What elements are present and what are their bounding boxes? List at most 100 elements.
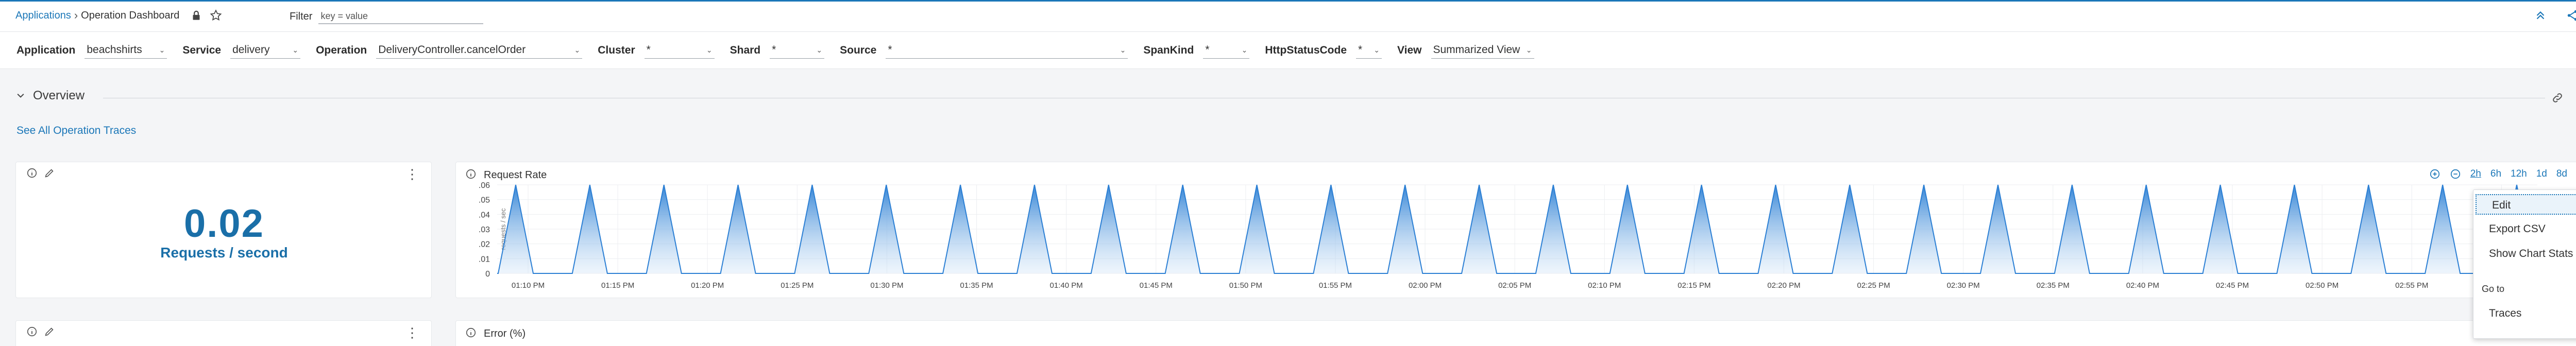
menu-item-export-csv[interactable]: Export CSV — [2473, 219, 2576, 239]
x-tick-label: 02:35 PM — [2037, 281, 2070, 290]
y-tick-label: .01 — [479, 255, 490, 264]
request-rate-panel: Request Rate 2h6h12h1d8d ⋮ .06.05.04.03.… — [455, 162, 2576, 298]
control-label-httpstatuscode: HttpStatusCode — [1265, 44, 1347, 56]
kpi-panel: ⋮ 0.02 Requests / second — [15, 162, 432, 298]
edit-pencil-icon[interactable] — [44, 326, 55, 337]
request-rate-chart: .06.05.04.03.02.010requests / sec01:10 P… — [479, 181, 2537, 290]
x-tick-label: 01:15 PM — [601, 281, 634, 290]
menu-item-show-chart-stats[interactable]: Show Chart Stats — [2473, 244, 2576, 264]
y-tick-label: .06 — [479, 181, 490, 190]
x-tick-label: 02:05 PM — [1498, 281, 1531, 290]
control-label-cluster: Cluster — [598, 44, 635, 56]
y-tick-label: .03 — [479, 226, 490, 234]
kpi-panel-2: ⋮ — [15, 320, 432, 346]
kpi-value: 0.02 — [184, 202, 264, 246]
chevron-down-icon: ⌄ — [1374, 45, 1380, 54]
control-select-source[interactable]: * ⌄ — [886, 42, 1128, 59]
x-tick-label: 02:10 PM — [1588, 281, 1621, 290]
y-tick-label: .05 — [479, 196, 490, 205]
top-bar-actions — [2534, 9, 2576, 22]
chevron-down-icon: ⌄ — [159, 45, 165, 54]
control-value: * — [646, 44, 651, 56]
breadcrumb-applications-link[interactable]: Applications — [15, 10, 71, 22]
control-value: beachshirts — [87, 44, 142, 56]
control-label-view: View — [1397, 44, 1422, 56]
y-tick-label: .02 — [479, 240, 490, 249]
x-tick-label: 02:00 PM — [1409, 281, 1442, 290]
control-select-httpstatuscode[interactable]: * ⌄ — [1356, 42, 1382, 59]
star-icon[interactable] — [209, 9, 223, 22]
control-select-service[interactable]: delivery ⌄ — [230, 42, 301, 59]
page-title: Operation Dashboard — [81, 9, 180, 21]
variable-controls: Application beachshirts ⌄ Service delivery ⌄ O… — [0, 32, 2576, 69]
control-select-cluster[interactable]: * ⌄ — [644, 42, 715, 59]
breadcrumb-separator: › — [74, 9, 78, 22]
control-select-view[interactable]: Summarized View ⌄ — [1431, 42, 1534, 59]
overview-section-header[interactable]: Overview — [15, 89, 84, 103]
overview-label: Overview — [33, 89, 85, 102]
panel-menu-icon[interactable]: ⋮ — [405, 167, 419, 181]
kpi-unit: Requests / second — [160, 245, 288, 261]
menu-item-traces-label: Traces — [2489, 307, 2522, 319]
control-label-application: Application — [16, 44, 76, 56]
filter-input[interactable] — [318, 9, 484, 24]
collapse-up-icon[interactable] — [2534, 9, 2547, 22]
control-value: * — [772, 44, 776, 56]
x-tick-label: 01:25 PM — [781, 281, 814, 290]
chevron-down-icon: ⌄ — [574, 45, 581, 54]
see-all-traces-link[interactable]: See All Operation Traces — [16, 125, 136, 137]
top-bar: Applications › Operation Dashboard Filte… — [0, 0, 2576, 32]
link-icon[interactable] — [2551, 92, 2564, 104]
x-tick-label: 01:55 PM — [1319, 281, 1352, 290]
x-tick-label: 01:35 PM — [960, 281, 993, 290]
chevron-down-icon: ⌄ — [706, 45, 713, 54]
info-icon[interactable] — [26, 167, 38, 179]
control-label-service: Service — [182, 44, 222, 56]
panel-header-icons — [26, 326, 55, 337]
chart-title-error: Error (%) — [484, 328, 526, 339]
x-tick-label: 02:30 PM — [1947, 281, 1980, 290]
info-icon[interactable] — [465, 327, 477, 338]
breadcrumb: Applications › Operation Dashboard — [15, 9, 223, 22]
chevron-down-icon: ⌄ — [292, 45, 299, 54]
control-select-spankind[interactable]: * ⌄ — [1203, 42, 1250, 59]
x-tick-label: 02:55 PM — [2395, 281, 2428, 290]
chart-context-menu: Edit Export CSV Show Chart Stats Go to T… — [2473, 189, 2576, 339]
control-value: * — [1358, 44, 1363, 56]
y-tick-label: .04 — [479, 211, 490, 219]
menu-item-traces[interactable]: Traces › — [2473, 303, 2576, 324]
panel-menu-icon[interactable]: ⋮ — [405, 326, 419, 339]
x-tick-label: 01:20 PM — [691, 281, 724, 290]
x-tick-label: 01:40 PM — [1050, 281, 1083, 290]
control-select-application[interactable]: beachshirts ⌄ — [84, 42, 167, 59]
x-tick-label: 02:45 PM — [2216, 281, 2249, 290]
chevron-down-icon: ⌄ — [1120, 45, 1126, 54]
control-value: * — [888, 44, 892, 56]
chevron-down-icon: ⌄ — [1241, 45, 1248, 54]
panel-header-icons — [26, 167, 55, 179]
filter-label: Filter — [290, 10, 313, 22]
control-label-source: Source — [840, 44, 877, 56]
edit-pencil-icon[interactable] — [44, 167, 55, 179]
control-value: * — [1205, 44, 1210, 56]
lock-icon[interactable] — [190, 9, 203, 22]
x-tick-label: 02:25 PM — [1857, 281, 1890, 290]
x-tick-label: 01:30 PM — [870, 281, 903, 290]
info-icon[interactable] — [26, 326, 38, 337]
y-tick-label: 0 — [485, 270, 490, 279]
chevron-down-icon — [17, 93, 24, 98]
control-select-shard[interactable]: * ⌄ — [770, 42, 825, 59]
filter-bar: Filter — [290, 9, 484, 24]
x-tick-label: 01:50 PM — [1229, 281, 1262, 290]
control-label-shard: Shard — [730, 44, 761, 56]
control-select-operation[interactable]: DeliveryController.cancelOrder ⌄ — [376, 42, 583, 59]
control-value: Summarized View — [1433, 44, 1520, 56]
share-icon[interactable] — [2566, 9, 2576, 22]
chevron-down-icon: ⌄ — [816, 45, 823, 54]
chevron-down-icon: ⌄ — [1526, 45, 1532, 54]
menu-item-edit[interactable]: Edit — [2476, 194, 2576, 215]
x-tick-label: 01:10 PM — [512, 281, 545, 290]
control-value: delivery — [232, 44, 270, 56]
x-tick-label: 02:50 PM — [2306, 281, 2338, 290]
menu-goto-label: Go to — [2482, 284, 2505, 294]
